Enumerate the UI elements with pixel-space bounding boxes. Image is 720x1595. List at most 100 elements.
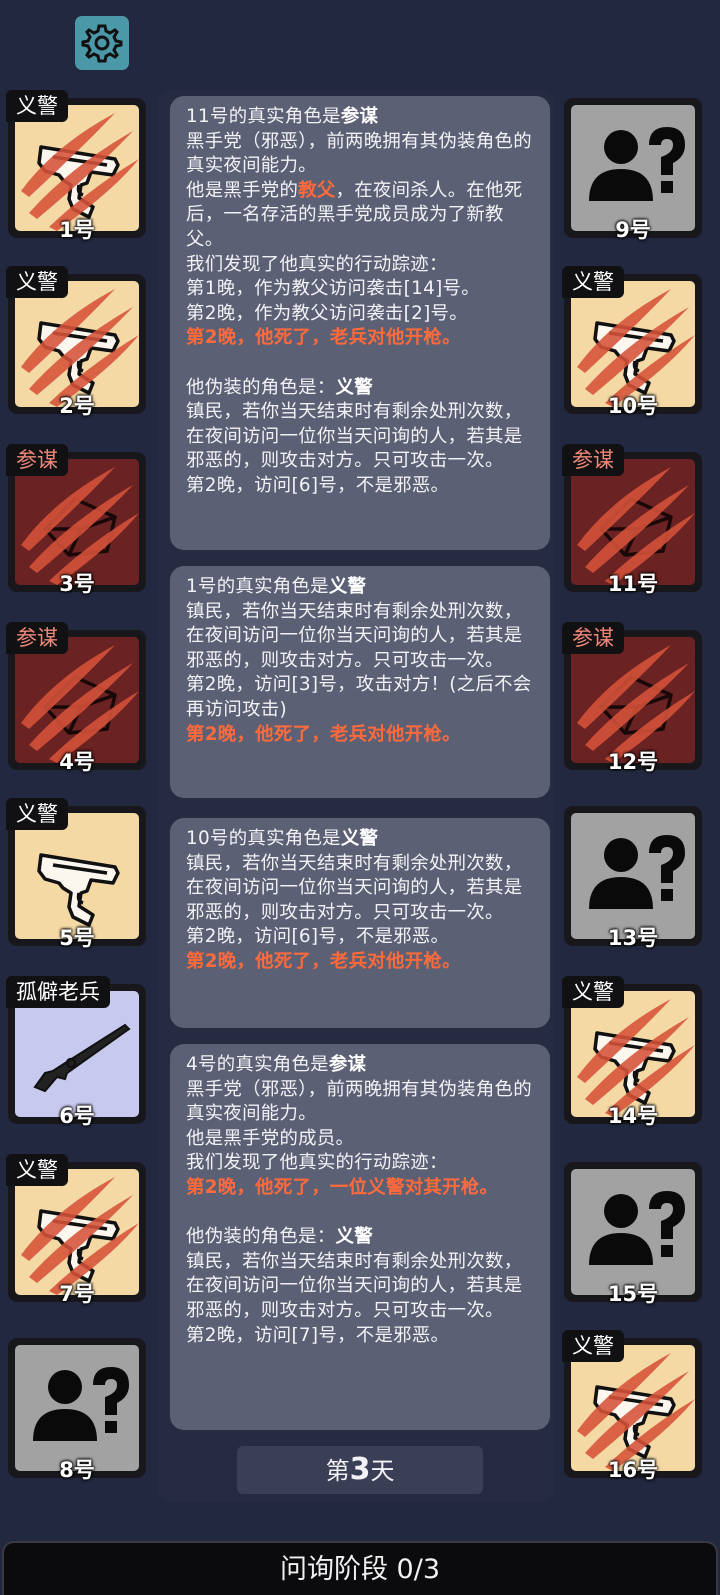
envelope-clawed-icon (571, 637, 695, 763)
player-number: 4号 (59, 750, 95, 774)
player-number: 13号 (607, 926, 659, 950)
player-number: 16号 (607, 1458, 659, 1482)
player-card-10[interactable]: 义警 10号 (562, 266, 702, 418)
role-tag: 义警 (6, 1154, 68, 1186)
message-card[interactable]: 1号的真实角色是义警 镇民，若你当天结束时有剩余处刑次数，在夜间访问一位你当天问… (170, 566, 550, 798)
unknown-person-icon (15, 1345, 139, 1471)
envelope-clawed-icon (15, 459, 139, 585)
message-spacer (186, 1201, 536, 1226)
message-text: 第2晚，访问[3]号，攻击对方！(之后不会再访问攻击) (186, 674, 532, 720)
message-highlight: 第2晚，他死了，一位义警对其开枪。 (186, 1176, 499, 1198)
message-text: 他是黑手党的成员。 (186, 1127, 355, 1149)
message-text: 黑手党（邪恶），前两晚拥有其伪装角色的真实夜间能力。 (186, 1078, 532, 1125)
role-tag: 参谋 (562, 622, 624, 654)
card-face (15, 281, 139, 407)
pistol-clawed-icon (15, 281, 139, 407)
card-face (15, 1169, 139, 1295)
message-card[interactable]: 10号的真实角色是义警 镇民，若你当天结束时有剩余处刑次数，在夜间访问一位你当天… (170, 818, 550, 1028)
message-spacer (186, 351, 536, 376)
message-text: 10号的真实角色是 (186, 828, 341, 849)
card-face (15, 991, 139, 1117)
player-number: 10号 (607, 394, 659, 418)
player-card-13[interactable]: 13号 (564, 806, 702, 950)
role-tag: 义警 (6, 798, 68, 830)
role-tag: 孤僻老兵 (6, 976, 110, 1008)
player-number: 5号 (59, 926, 95, 950)
message-text: 镇民，若你当天结束时有剩余处刑次数，在夜间访问一位你当天问询的人，若其是邪恶的，… (186, 1250, 523, 1321)
pistol-clawed-icon (15, 105, 139, 231)
role-tag: 参谋 (562, 444, 624, 476)
card-face (15, 105, 139, 231)
card-face (571, 991, 695, 1117)
card-face (15, 813, 139, 939)
message-highlight: 第2晚，他死了，老兵对他开枪。 (186, 327, 461, 349)
unknown-person-icon (571, 105, 695, 231)
message-card[interactable]: 11号的真实角色是参谋 黑手党（邪恶），前两晚拥有其伪装角色的真实夜间能力。 他… (170, 96, 550, 550)
player-number: 8号 (59, 1458, 95, 1482)
player-card-14[interactable]: 义警 14号 (562, 976, 702, 1128)
player-card-4[interactable]: 参谋 4号 (6, 622, 146, 774)
message-text: 他是黑手党的 (186, 179, 299, 201)
card-face (571, 105, 695, 231)
pistol-clawed-icon (571, 281, 695, 407)
player-card-15[interactable]: 15号 (564, 1162, 702, 1306)
player-number: 11号 (607, 572, 659, 596)
gear-icon (81, 24, 123, 63)
message-text: 4号的真实角色是 (186, 1054, 329, 1075)
message-text: 镇民，若你当天结束时有剩余处刑次数，在夜间访问一位你当天问询的人，若其是邪恶的，… (186, 401, 523, 472)
message-highlight: 教父 (298, 179, 336, 201)
role-tag: 义警 (6, 266, 68, 298)
player-card-2[interactable]: 义警 2号 (6, 266, 146, 418)
card-face (571, 459, 695, 585)
envelope-clawed-icon (15, 637, 139, 763)
role-tag: 义警 (6, 90, 68, 122)
player-card-11[interactable]: 参谋 11号 (562, 444, 702, 596)
message-card[interactable]: 4号的真实角色是参谋 黑手党（邪恶），前两晚拥有其伪装角色的真实夜间能力。 他是… (170, 1044, 550, 1430)
message-text: 第2晚，访问[7]号，不是邪恶。 (186, 1324, 450, 1346)
message-text: 第2晚，访问[6]号，不是邪恶。 (186, 474, 450, 496)
envelope-clawed-icon (571, 459, 695, 585)
day-suffix: 天 (370, 1457, 395, 1485)
card-face (571, 1169, 695, 1295)
player-card-9[interactable]: 9号 (564, 98, 702, 242)
role-tag: 义警 (562, 976, 624, 1008)
player-number: 1号 (59, 218, 95, 242)
role-tag: 参谋 (6, 622, 68, 654)
player-number: 12号 (607, 750, 659, 774)
player-card-7[interactable]: 义警 7号 (6, 1154, 146, 1306)
message-bold: 参谋 (340, 106, 379, 127)
message-text: 我们发现了他真实的行动踪迹： (186, 253, 448, 275)
card-face (15, 459, 139, 585)
message-text: 第1晚，作为教父访问袭击[14]号。 (186, 278, 480, 300)
player-card-12[interactable]: 参谋 12号 (562, 622, 702, 774)
player-card-5[interactable]: 义警 5号 (6, 798, 146, 950)
player-card-8[interactable]: 8号 (8, 1338, 146, 1482)
message-text: 11号的真实角色是 (186, 106, 341, 127)
message-text: 他伪装的角色是： (186, 1226, 336, 1248)
card-face (571, 281, 695, 407)
settings-button[interactable] (75, 16, 129, 70)
card-face (15, 1345, 139, 1471)
day-indicator: 第3天 (237, 1446, 483, 1494)
card-face (571, 1345, 695, 1471)
message-bold: 义警 (335, 376, 373, 398)
player-card-1[interactable]: 义警 1号 (6, 90, 146, 242)
message-bold: 义警 (328, 576, 367, 597)
message-text: 第2晚，访问[6]号，不是邪恶。 (186, 926, 450, 948)
player-number: 2号 (59, 394, 95, 418)
message-highlight: 第2晚，他死了，老兵对他开枪。 (186, 950, 461, 972)
player-number: 7号 (59, 1282, 95, 1306)
phase-bar[interactable]: 问询阶段 0/3 (2, 1541, 718, 1595)
player-card-16[interactable]: 义警 16号 (562, 1330, 702, 1482)
player-card-3[interactable]: 参谋 3号 (6, 444, 146, 596)
player-number: 3号 (59, 572, 95, 596)
message-bold: 义警 (335, 1226, 373, 1248)
pistol-clawed-icon (571, 991, 695, 1117)
role-tag: 义警 (562, 266, 624, 298)
player-number: 9号 (615, 218, 651, 242)
player-card-6[interactable]: 孤僻老兵 6号 (6, 976, 146, 1128)
message-text: 镇民，若你当天结束时有剩余处刑次数，在夜间访问一位你当天问询的人，若其是邪恶的，… (186, 600, 523, 671)
rifle-icon (15, 991, 139, 1117)
unknown-person-icon (571, 1169, 695, 1295)
card-face (15, 637, 139, 763)
